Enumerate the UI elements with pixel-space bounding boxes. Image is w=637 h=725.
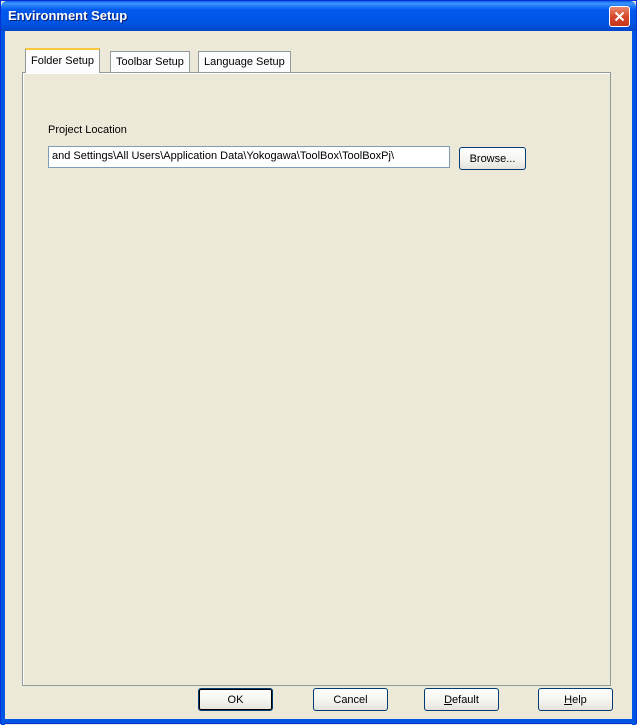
project-location-label: Project Location [48, 124, 127, 136]
close-icon [614, 11, 625, 22]
tab-toolbar-setup[interactable]: Toolbar Setup [110, 51, 190, 72]
title-bar[interactable]: Environment Setup [1, 1, 636, 31]
window-frame-bottom [1, 719, 636, 723]
help-button-label: Help [564, 693, 587, 706]
ok-button[interactable]: OK [198, 688, 273, 711]
project-location-input[interactable]: and Settings\All Users\Application Data\… [48, 146, 450, 168]
default-button[interactable]: Default [424, 688, 499, 711]
browse-button[interactable]: Browse... [459, 147, 526, 170]
window-title: Environment Setup [8, 8, 128, 23]
help-button[interactable]: Help [538, 688, 613, 711]
window-frame-right [632, 31, 636, 725]
tab-folder-setup[interactable]: Folder Setup [25, 48, 100, 73]
window-frame-left [1, 31, 5, 725]
cancel-button[interactable]: Cancel [313, 688, 388, 711]
close-button[interactable] [609, 6, 630, 27]
default-button-label: Default [444, 693, 479, 706]
tab-language-setup[interactable]: Language Setup [198, 51, 291, 72]
